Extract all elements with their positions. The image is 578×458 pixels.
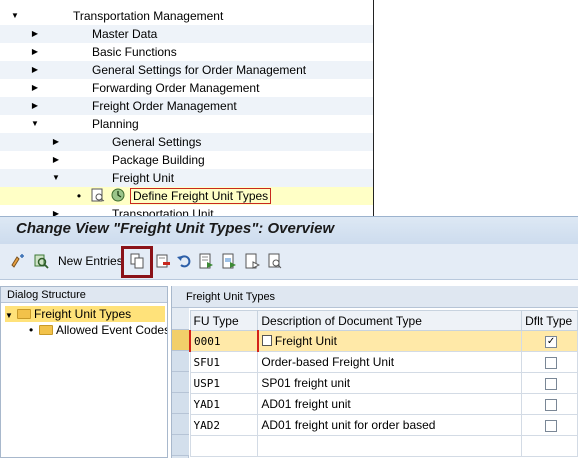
default-type-cell[interactable]: ✓ — [521, 330, 578, 352]
page-title: Change View "Freight Unit Types": Overvi… — [16, 220, 335, 237]
expanded-triangle-icon[interactable]: ▼ — [51, 169, 61, 187]
tree-item-master-data[interactable]: ▶ Master Data — [0, 25, 373, 43]
description-cell[interactable]: AD01 freight unit — [257, 393, 523, 415]
default-type-checkbox[interactable] — [545, 398, 558, 411]
default-type-checkbox[interactable] — [545, 419, 558, 432]
default-type-cell[interactable] — [521, 351, 578, 373]
undo-icon[interactable] — [176, 253, 192, 269]
tree-border-line — [373, 0, 374, 216]
bullet-icon: • — [29, 323, 34, 337]
tree-item-transportation-management[interactable]: ▼ Transportation Management — [0, 7, 373, 25]
collapsed-triangle-icon[interactable]: ▶ — [30, 97, 40, 115]
tree-item-package-building[interactable]: ▶ Package Building — [0, 151, 373, 169]
display-change-icon[interactable] — [10, 253, 26, 269]
freight-unit-types-table: FU Type Description of Document Type Dfl… — [189, 310, 578, 457]
application-toolbar: New Entries — [0, 244, 578, 280]
expanded-triangle-icon[interactable]: ▼ — [30, 115, 40, 133]
row-selector[interactable] — [172, 414, 189, 435]
default-type-cell[interactable] — [521, 393, 578, 415]
tree-item-forwarding-order-mgmt[interactable]: ▶ Forwarding Order Management — [0, 79, 373, 97]
default-type-cell[interactable] — [521, 414, 578, 436]
expanded-triangle-icon[interactable]: ▼ — [10, 7, 20, 25]
description-cell[interactable]: SP01 freight unit — [257, 372, 523, 394]
tree-item-define-freight-unit-types[interactable]: • Define Freight Unit Types — [0, 187, 373, 205]
column-header-fu-type[interactable]: FU Type — [189, 310, 259, 331]
copy-button-highlight — [121, 246, 153, 278]
default-type-checkbox[interactable] — [545, 377, 558, 390]
tree-item-basic-functions[interactable]: ▶ Basic Functions — [0, 43, 373, 61]
description-cell[interactable]: Freight Unit — [257, 330, 523, 352]
execute-clock-icon[interactable] — [111, 188, 125, 202]
default-type-cell[interactable] — [521, 372, 578, 394]
documentation-icon[interactable] — [91, 188, 105, 202]
expanded-triangle-icon[interactable]: ▼ — [5, 308, 17, 324]
collapsed-triangle-icon[interactable]: ▶ — [51, 133, 61, 151]
where-used-icon[interactable] — [33, 253, 49, 269]
dialog-structure-header: Dialog Structure — [1, 287, 167, 303]
column-header-description[interactable]: Description of Document Type — [257, 310, 523, 331]
table-row[interactable]: YAD2 AD01 freight unit for order based — [189, 414, 578, 436]
input-help-icon[interactable] — [261, 335, 272, 346]
delete-icon[interactable] — [155, 253, 171, 269]
deselect-all-icon[interactable] — [244, 253, 260, 269]
dialog-item-freight-unit-types[interactable]: ▼ Freight Unit Types — [5, 306, 165, 322]
column-header-default-type[interactable]: Dflt Type — [521, 310, 578, 331]
fu-type-cell[interactable]: YAD2 — [189, 414, 259, 436]
collapsed-triangle-icon[interactable]: ▶ — [30, 43, 40, 61]
row-selector[interactable] — [172, 351, 189, 372]
description-cell[interactable]: AD01 freight unit for order based — [257, 414, 523, 436]
default-type-checkbox[interactable] — [545, 356, 558, 369]
select-all-rows-button[interactable] — [172, 308, 189, 330]
dialog-structure-panel: Dialog Structure ▼ Freight Unit Types • Al… — [0, 286, 168, 458]
select-block-icon[interactable] — [221, 253, 237, 269]
collapsed-triangle-icon[interactable]: ▶ — [30, 25, 40, 43]
freight-unit-types-panel: Freight Unit Types FU Type Description o… — [171, 286, 578, 458]
table-row[interactable]: SFU1 Order-based Freight Unit — [189, 351, 578, 373]
table-row-empty[interactable] — [189, 435, 578, 457]
bullet-icon: • — [76, 189, 82, 203]
row-selector[interactable] — [172, 330, 189, 351]
tree-item-freight-unit[interactable]: ▼ Freight Unit — [0, 169, 373, 187]
tree-item-planning[interactable]: ▼ Planning — [0, 115, 373, 133]
row-selector[interactable] — [172, 435, 189, 456]
row-selector[interactable] — [172, 372, 189, 393]
define-freight-unit-types-link[interactable]: Define Freight Unit Types — [130, 188, 272, 204]
table-row[interactable]: USP1 SP01 freight unit — [189, 372, 578, 394]
row-selector-column — [172, 308, 189, 458]
tree-item-general-settings-order-mgmt[interactable]: ▶ General Settings for Order Management — [0, 61, 373, 79]
window-title-bar: Change View "Freight Unit Types": Overvi… — [0, 216, 578, 244]
fu-type-cell[interactable]: 0001 — [189, 330, 259, 352]
tree-item-transportation-unit[interactable]: ▶ Transportation Unit — [0, 205, 373, 216]
variant-icon[interactable] — [267, 253, 283, 269]
table-row[interactable]: YAD1 AD01 freight unit — [189, 393, 578, 415]
fu-type-cell[interactable]: SFU1 — [189, 351, 259, 373]
default-type-checkbox[interactable]: ✓ — [545, 335, 558, 348]
fu-type-cell[interactable]: USP1 — [189, 372, 259, 394]
collapsed-triangle-icon[interactable]: ▶ — [51, 151, 61, 169]
select-all-icon[interactable] — [198, 253, 214, 269]
dialog-item-allowed-event-codes[interactable]: • Allowed Event Codes — [29, 322, 167, 338]
row-selector[interactable] — [172, 393, 189, 414]
img-tree: ▼ Transportation Management ▶ Master Dat… — [0, 0, 376, 216]
new-entries-button[interactable]: New Entries — [58, 254, 123, 268]
folder-icon — [39, 325, 53, 335]
tree-item-freight-order-mgmt[interactable]: ▶ Freight Order Management — [0, 97, 373, 115]
collapsed-triangle-icon[interactable]: ▶ — [51, 205, 61, 216]
collapsed-triangle-icon[interactable]: ▶ — [30, 61, 40, 79]
fu-type-cell[interactable]: YAD1 — [189, 393, 259, 415]
table-row[interactable]: 0001 Freight Unit ✓ — [189, 330, 578, 352]
tree-item-general-settings[interactable]: ▶ General Settings — [0, 133, 373, 151]
collapsed-triangle-icon[interactable]: ▶ — [30, 79, 40, 97]
table-title: Freight Unit Types — [172, 286, 578, 308]
description-cell[interactable]: Order-based Freight Unit — [257, 351, 523, 373]
folder-open-icon — [17, 309, 31, 319]
